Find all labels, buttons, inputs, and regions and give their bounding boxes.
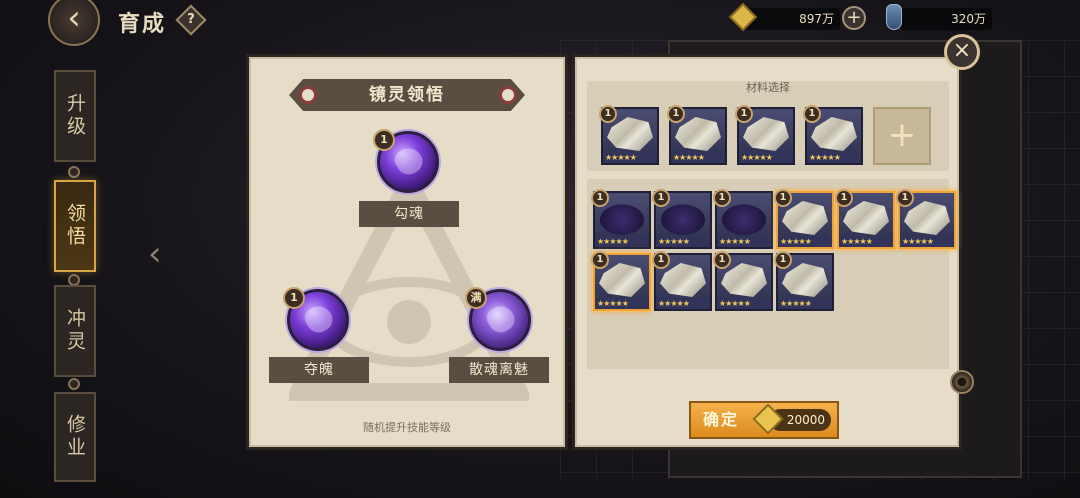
page-title: 育成 <box>118 11 167 37</box>
shikigami-portrait-icon <box>904 201 950 235</box>
soul-material-card[interactable]: ★★★★★ 1 <box>713 189 773 249</box>
star-rating-icon: ★★★★★ <box>673 153 705 162</box>
card-level-badge: 1 <box>652 189 670 207</box>
material-panel: 材料选择 ★★★★★ 1 ★★★★★ 1 ★★★★★ 1 ★★★★★ 1 + ★★★★★ 1 ★★… <box>572 54 962 450</box>
add-material-button[interactable]: + <box>873 107 931 165</box>
tab-train[interactable]: 修业 <box>54 392 96 482</box>
close-button[interactable]: × <box>944 34 980 70</box>
previous-arrow-icon[interactable]: ‹ <box>148 234 162 274</box>
shikigami-portrait-icon <box>721 263 767 297</box>
skill-label-gouhun: 勾魂 <box>359 201 459 227</box>
star-rating-icon: ★★★★★ <box>741 153 773 162</box>
card-level-badge: 1 <box>591 189 609 207</box>
card-level-badge: 1 <box>774 189 792 207</box>
star-rating-icon: ★★★★★ <box>597 299 629 308</box>
card-level-badge: 1 <box>667 105 685 123</box>
shikigami-portrait-icon <box>660 263 706 297</box>
soul-portrait-icon <box>599 204 645 235</box>
tab-comprehend[interactable]: 领悟 <box>54 180 96 272</box>
side-knob-icon[interactable] <box>950 370 974 394</box>
card-level-badge: 1 <box>652 251 670 269</box>
star-rating-icon: ★★★★★ <box>841 237 873 246</box>
soul-material-card[interactable]: ★★★★★ 1 <box>652 189 712 249</box>
confirm-label: 确定 <box>703 410 740 429</box>
card-level-badge: 1 <box>803 105 821 123</box>
tab-divider-dot <box>68 378 80 390</box>
shikigami-material-card[interactable]: ★★★★★ 1 <box>803 105 863 165</box>
shikigami-portrait-icon <box>782 201 828 235</box>
shikigami-material-card[interactable]: ★★★★★ 1 <box>591 251 651 311</box>
star-rating-icon: ★★★★★ <box>719 299 751 308</box>
card-level-badge: 1 <box>735 105 753 123</box>
star-rating-icon: ★★★★★ <box>780 237 812 246</box>
shikigami-material-card[interactable]: ★★★★★ 1 <box>652 251 712 311</box>
shikigami-material-card[interactable]: ★★★★★ 1 <box>599 105 659 165</box>
shikigami-material-card[interactable]: ★★★★★ 1 <box>667 105 727 165</box>
star-rating-icon: ★★★★★ <box>658 299 690 308</box>
shikigami-portrait-icon <box>811 117 857 151</box>
banner-ornament-icon <box>299 86 317 104</box>
card-level-badge: 1 <box>591 251 609 269</box>
banner-ornament-icon <box>499 86 517 104</box>
shikigami-portrait-icon <box>782 263 828 297</box>
soul-material-card[interactable]: ★★★★★ 1 <box>591 189 651 249</box>
confirm-button[interactable]: 确定 20000 <box>689 401 839 439</box>
back-arrow-icon <box>48 0 100 46</box>
question-icon: ? <box>187 12 195 27</box>
star-rating-icon: ★★★★★ <box>597 237 629 246</box>
shikigami-portrait-icon <box>675 117 721 151</box>
potion-icon <box>886 4 902 30</box>
material-inventory: ★★★★★ 1 ★★★★★ 1 ★★★★★ 1 ★★★★★ 1 ★★★★★ 1 ★★★★★ 1 ★★★★… <box>587 179 956 369</box>
shikigami-portrait-icon <box>607 117 653 151</box>
soul-portrait-icon <box>660 204 706 235</box>
shikigami-material-card[interactable]: ★★★★★ 1 <box>835 189 895 249</box>
material-section-title: 材料选择 <box>746 81 790 94</box>
card-level-badge: 1 <box>835 189 853 207</box>
star-rating-icon: ★★★★★ <box>605 153 637 162</box>
star-rating-icon: ★★★★★ <box>780 299 812 308</box>
tab-divider-dot <box>68 166 80 178</box>
skill-level-badge: 满 <box>465 287 487 309</box>
card-level-badge: 1 <box>896 189 914 207</box>
shikigami-portrait-icon <box>743 117 789 151</box>
shikigami-material-card[interactable]: ★★★★★ 1 <box>713 251 773 311</box>
skill-level-badge: 1 <box>373 129 395 151</box>
shikigami-portrait-icon <box>599 263 645 297</box>
card-level-badge: 1 <box>599 105 617 123</box>
panel-banner-title: 镜灵领悟 <box>289 79 525 111</box>
card-level-badge: 1 <box>774 251 792 269</box>
selected-materials-area: 材料选择 ★★★★★ 1 ★★★★★ 1 ★★★★★ 1 ★★★★★ 1 + <box>587 81 949 171</box>
skill-label-sanhun: 散魂离魅 <box>449 357 549 383</box>
star-rating-icon: ★★★★★ <box>658 237 690 246</box>
skill-label-duopo: 夺魄 <box>269 357 369 383</box>
shikigami-portrait-icon <box>843 201 889 235</box>
potion-amount: 320万 <box>900 8 992 30</box>
skill-level-badge: 1 <box>283 287 305 309</box>
hint-text: 随机提升技能等级 <box>363 421 451 434</box>
star-rating-icon: ★★★★★ <box>902 237 934 246</box>
card-level-badge: 1 <box>713 189 731 207</box>
shikigami-material-card[interactable]: ★★★★★ 1 <box>774 251 834 311</box>
shikigami-material-card[interactable]: ★★★★★ 1 <box>735 105 795 165</box>
tab-awaken[interactable]: 冲灵 <box>54 285 96 377</box>
shikigami-material-card[interactable]: ★★★★★ 1 <box>896 189 956 249</box>
add-gold-button[interactable]: + <box>842 6 866 30</box>
comprehend-panel: 镜灵领悟 1 勾魂 1 夺魄 满 散魂离魅 随机提升技能等级 <box>246 54 568 450</box>
star-rating-icon: ★★★★★ <box>809 153 841 162</box>
tab-upgrade[interactable]: 升级 <box>54 70 96 162</box>
back-button[interactable] <box>38 0 108 48</box>
shikigami-material-card[interactable]: ★★★★★ 1 <box>774 189 834 249</box>
card-level-badge: 1 <box>713 251 731 269</box>
soul-portrait-icon <box>721 204 767 235</box>
star-rating-icon: ★★★★★ <box>719 237 751 246</box>
